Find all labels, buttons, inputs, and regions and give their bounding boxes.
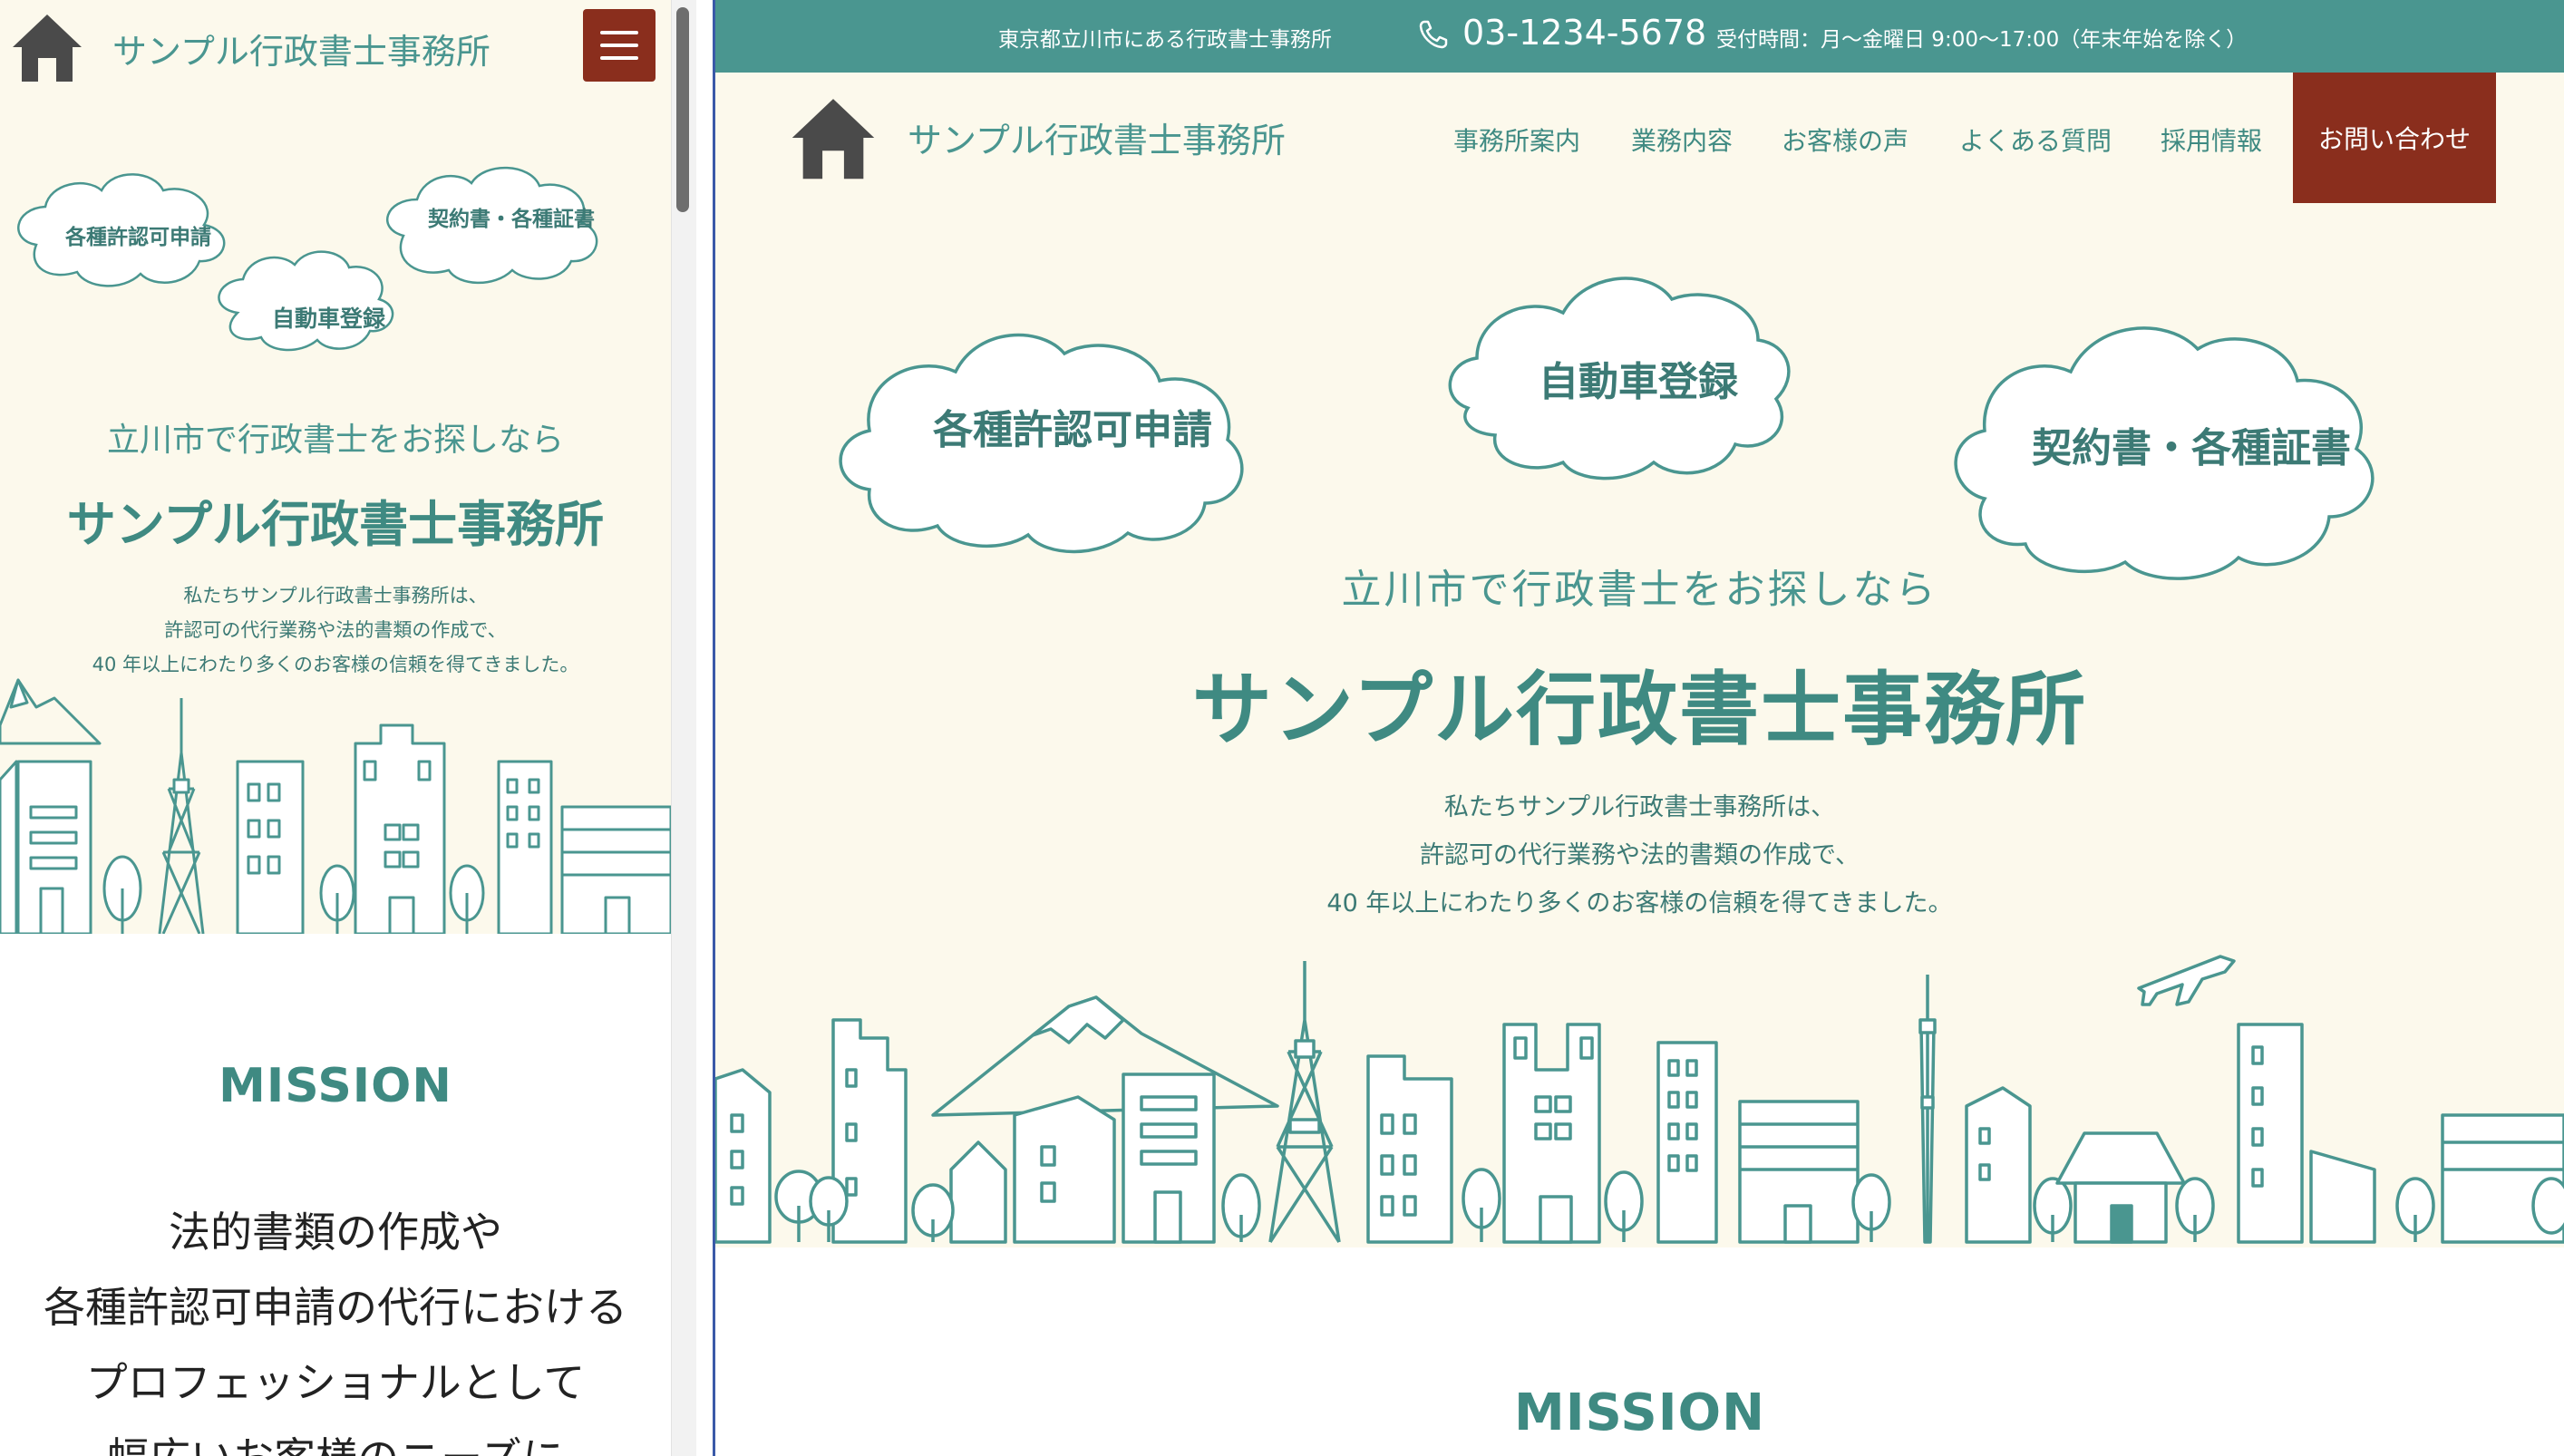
hamburger-menu-icon <box>600 31 638 34</box>
mobile-scrollbar[interactable] <box>671 0 696 1456</box>
hamburger-bar <box>600 44 638 47</box>
cloud-label-permits: 各種許認可申請 <box>933 407 1212 453</box>
site-name[interactable]: サンプル行政書士事務所 <box>908 112 1286 162</box>
nav-office-info[interactable]: 事務所案内 <box>1453 121 1580 158</box>
office-address-text: 東京都立川市にある行政書士事務所 <box>998 28 1332 52</box>
house-icon[interactable] <box>9 11 85 83</box>
mobile-cloud-decoration <box>17 166 598 352</box>
phone-icon <box>1419 20 1448 49</box>
business-hours-text: 受付時間：月〜金曜日 9:00〜17:00（年末年始を除く） <box>1716 28 2248 52</box>
top-info-bar: 東京都立川市にある行政書士事務所 03-1234-5678 受付時間：月〜金曜日… <box>715 0 2564 73</box>
mission-heading: MISSION <box>219 1059 452 1113</box>
hero-description-line: 40 年以上にわたり多くのお客様の信頼を得てきました。 <box>1326 889 1953 917</box>
cityscape-illustration <box>715 955 2564 1244</box>
desktop-preview: 東京都立川市にある行政書士事務所 03-1234-5678 受付時間：月〜金曜日… <box>715 0 2564 1456</box>
mission-line: 各種許認可申請の代行における <box>44 1283 627 1332</box>
nav-faq[interactable]: よくある質問 <box>1959 121 2112 158</box>
house-icon[interactable] <box>788 94 879 181</box>
hero-title: サンプル行政書士事務所 <box>66 496 605 553</box>
site-header: サンプル行政書士事務所 事務所案内 業務内容 お客様の声 よくある質問 採用情報… <box>715 73 2564 203</box>
hero-title: サンプル行政書士事務所 <box>1191 663 2088 756</box>
hero-description-line: 許認可の代行業務や法的書類の作成で、 <box>164 619 507 641</box>
mission-line: プロフェッショナルとして <box>85 1358 586 1407</box>
hamburger-bar <box>600 56 638 60</box>
hero-description-line: 許認可の代行業務や法的書類の作成で、 <box>1420 841 1860 869</box>
mobile-header: サンプル行政書士事務所 <box>0 0 671 94</box>
mission-line: 法的書類の作成や <box>169 1208 502 1257</box>
hero-description-line: 私たちサンプル行政書士事務所は、 <box>1443 793 1836 821</box>
hamburger-menu-button[interactable] <box>583 9 656 82</box>
cloud-label-vehicle: 自動車登録 <box>272 306 386 332</box>
cityscape-illustration <box>0 678 671 936</box>
hero-description-line: 私たちサンプル行政書士事務所は、 <box>183 585 488 607</box>
nav-services[interactable]: 業務内容 <box>1631 121 1733 158</box>
contact-button[interactable]: お問い合わせ <box>2293 73 2496 203</box>
mission-text: 法的書類の作成や 各種許認可申請の代行における プロフェッショナルとして 幅広い… <box>0 1195 671 1456</box>
nav-testimonials[interactable]: お客様の声 <box>1782 121 1908 158</box>
hero-description: 私たちサンプル行政書士事務所は、 許認可の代行業務や法的書類の作成で、 40 年… <box>715 783 2564 927</box>
mobile-scrollbar-thumb[interactable] <box>676 7 689 212</box>
nav-recruit[interactable]: 採用情報 <box>2161 121 2262 158</box>
mobile-preview: サンプル行政書士事務所 各種許認可申請 自動車登録 契約書・各種証書 立川市で行… <box>0 0 671 1456</box>
hero-catchphrase: 立川市で行政書士をお探しなら <box>1341 567 1938 613</box>
site-name[interactable]: サンプル行政書士事務所 <box>112 24 490 73</box>
phone-number[interactable]: 03-1234-5678 <box>1462 13 1706 53</box>
cloud-label-contracts: 契約書・各種証書 <box>2032 425 2351 471</box>
hero-description: 私たちサンプル行政書士事務所は、 許認可の代行業務や法的書類の作成で、 40 年… <box>0 578 671 682</box>
pane-gutter <box>696 0 714 1456</box>
cloud-label-contracts: 契約書・各種証書 <box>428 208 595 231</box>
cloud-label-vehicle: 自動車登録 <box>1539 359 1738 405</box>
mission-line: 幅広いお客様のニーズに <box>0 1421 671 1456</box>
mission-heading: MISSION <box>1513 1383 1766 1442</box>
hero-catchphrase: 立川市で行政書士をお探しなら <box>106 422 564 459</box>
cloud-label-permits: 各種許認可申請 <box>65 226 211 249</box>
